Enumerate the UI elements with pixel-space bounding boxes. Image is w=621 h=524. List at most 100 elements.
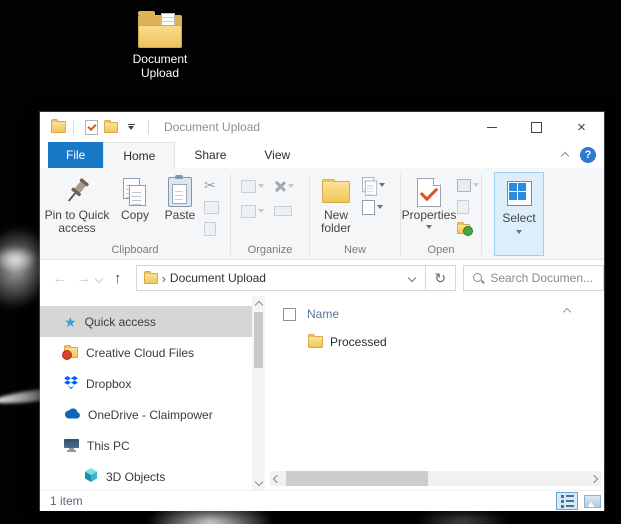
- sort-ascending-icon[interactable]: [562, 304, 572, 318]
- properties-check-icon: [84, 119, 98, 135]
- divider: [73, 120, 74, 134]
- chevron-down-icon: [288, 184, 294, 188]
- up-button[interactable]: ↑: [106, 270, 130, 287]
- sidebar-item-creative-cloud-files[interactable]: Creative Cloud Files: [40, 337, 252, 368]
- cut-button[interactable]: ✂: [204, 177, 226, 193]
- copy-to-button[interactable]: [241, 203, 264, 219]
- divider: [481, 174, 482, 255]
- tab-row-right: ?: [560, 142, 596, 168]
- desktop: Document Upload Document Upload × File H…: [0, 0, 621, 524]
- delete-button[interactable]: [274, 178, 294, 194]
- sidebar-item-dropbox[interactable]: Dropbox: [40, 368, 252, 399]
- minimize-ribbon-button[interactable]: [560, 148, 570, 162]
- new-small-buttons: [362, 170, 396, 215]
- copy-icon: [123, 175, 147, 209]
- ribbon: Pin to Quick access Copy Paste ✂ Clipboa…: [40, 168, 604, 260]
- tab-file[interactable]: File: [48, 142, 104, 168]
- scroll-right-button[interactable]: [587, 474, 601, 483]
- pin-to-quick-access-button[interactable]: Pin to Quick access: [40, 170, 114, 235]
- large-icons-view-button[interactable]: [581, 492, 603, 510]
- title-bar[interactable]: Document Upload ×: [40, 112, 604, 142]
- file-list-pane: Name Processed: [265, 296, 604, 490]
- maximize-button[interactable]: [514, 112, 559, 142]
- back-button[interactable]: ←: [48, 270, 72, 287]
- recent-locations-button[interactable]: [94, 271, 103, 285]
- forward-button[interactable]: →: [72, 270, 96, 287]
- navigation-pane: ★ Quick access Creative Cloud Files Drop…: [40, 296, 252, 490]
- address-dropdown-button[interactable]: [399, 266, 425, 290]
- folder-front: [138, 25, 182, 48]
- sidebar-item-quick-access[interactable]: ★ Quick access: [40, 306, 252, 337]
- copy-path-button[interactable]: [204, 199, 226, 215]
- paste-button[interactable]: Paste: [156, 170, 204, 222]
- column-header-name[interactable]: Name: [307, 307, 339, 321]
- chevron-down-icon: [426, 225, 432, 229]
- tab-share[interactable]: Share: [175, 142, 245, 168]
- edit-icon: [457, 200, 469, 214]
- open-button[interactable]: [457, 177, 479, 193]
- scrollbar-thumb[interactable]: [254, 312, 263, 368]
- history-button[interactable]: [457, 221, 479, 237]
- maximize-icon: [531, 121, 542, 133]
- ribbon-tab-row: File Home Share View ?: [40, 142, 604, 168]
- properties-button[interactable]: Properties: [401, 170, 457, 229]
- ribbon-group-new: New folder New: [310, 170, 400, 259]
- scrollbar-thumb[interactable]: [286, 471, 428, 486]
- horizontal-scrollbar[interactable]: [270, 471, 601, 486]
- group-label-open: Open: [427, 244, 455, 256]
- help-button[interactable]: ?: [580, 147, 596, 163]
- button-label: Select: [502, 211, 536, 225]
- breadcrumb-chevron-icon: ›: [161, 270, 166, 286]
- scroll-up-button[interactable]: [252, 298, 265, 311]
- status-bar: 1 item: [40, 490, 604, 511]
- rename-button[interactable]: [274, 203, 292, 219]
- open-small-buttons: [457, 170, 479, 237]
- search-icon: [472, 272, 483, 285]
- onedrive-cloud-icon: [64, 407, 80, 422]
- delete-x-icon: [274, 180, 286, 192]
- paste-shortcut-icon: [204, 222, 216, 236]
- item-count: 1 item: [50, 494, 83, 508]
- qat-customize-button[interactable]: [121, 116, 141, 138]
- qat-properties-button[interactable]: [81, 116, 101, 138]
- open-icon: [457, 178, 471, 192]
- copy-button[interactable]: Copy: [114, 170, 156, 222]
- sidebar-item-onedrive[interactable]: OneDrive - Claimpower: [40, 399, 252, 430]
- select-button[interactable]: Select: [494, 172, 544, 256]
- sidebar-scrollbar[interactable]: [252, 296, 265, 490]
- paste-shortcut-button[interactable]: [204, 221, 226, 237]
- new-folder-button[interactable]: New folder: [310, 170, 362, 235]
- minimize-button[interactable]: [469, 112, 514, 142]
- button-label: Properties: [401, 208, 457, 222]
- refresh-button[interactable]: ↻: [424, 266, 455, 290]
- desktop-icon-document-upload[interactable]: Document Upload: [118, 11, 202, 80]
- sidebar-item-this-pc[interactable]: This PC: [40, 430, 252, 461]
- breadcrumb-location[interactable]: Document Upload: [170, 271, 399, 285]
- scroll-down-button[interactable]: [252, 475, 265, 488]
- address-bar[interactable]: › Document Upload ↻: [135, 265, 456, 291]
- copy-path-icon: [204, 200, 219, 214]
- move-to-button[interactable]: [241, 178, 264, 194]
- easy-access-button[interactable]: [362, 177, 396, 196]
- sidebar-item-3d-objects[interactable]: 3D Objects: [40, 461, 252, 490]
- qat-new-folder-button[interactable]: [101, 116, 121, 138]
- scroll-left-button[interactable]: [270, 474, 284, 483]
- search-box[interactable]: [462, 265, 604, 291]
- ribbon-group-open: Properties Open: [401, 170, 481, 259]
- select-all-checkbox[interactable]: [283, 307, 296, 321]
- new-item-button[interactable]: [362, 199, 396, 215]
- file-row-processed[interactable]: Processed: [265, 332, 604, 352]
- details-view-button[interactable]: [556, 492, 578, 510]
- details-view-icon: [560, 494, 574, 508]
- chevron-down-icon: [258, 184, 264, 188]
- easy-access-icon: [362, 177, 378, 196]
- tab-home[interactable]: Home: [103, 142, 176, 168]
- tab-view[interactable]: View: [245, 142, 309, 168]
- edit-button[interactable]: [457, 199, 479, 215]
- close-button[interactable]: ×: [559, 112, 604, 142]
- button-label: Copy: [120, 208, 149, 222]
- chevron-down-icon: [379, 183, 385, 187]
- search-input[interactable]: [488, 270, 599, 286]
- paste-icon: [168, 175, 192, 209]
- 3d-cube-icon: [84, 468, 98, 485]
